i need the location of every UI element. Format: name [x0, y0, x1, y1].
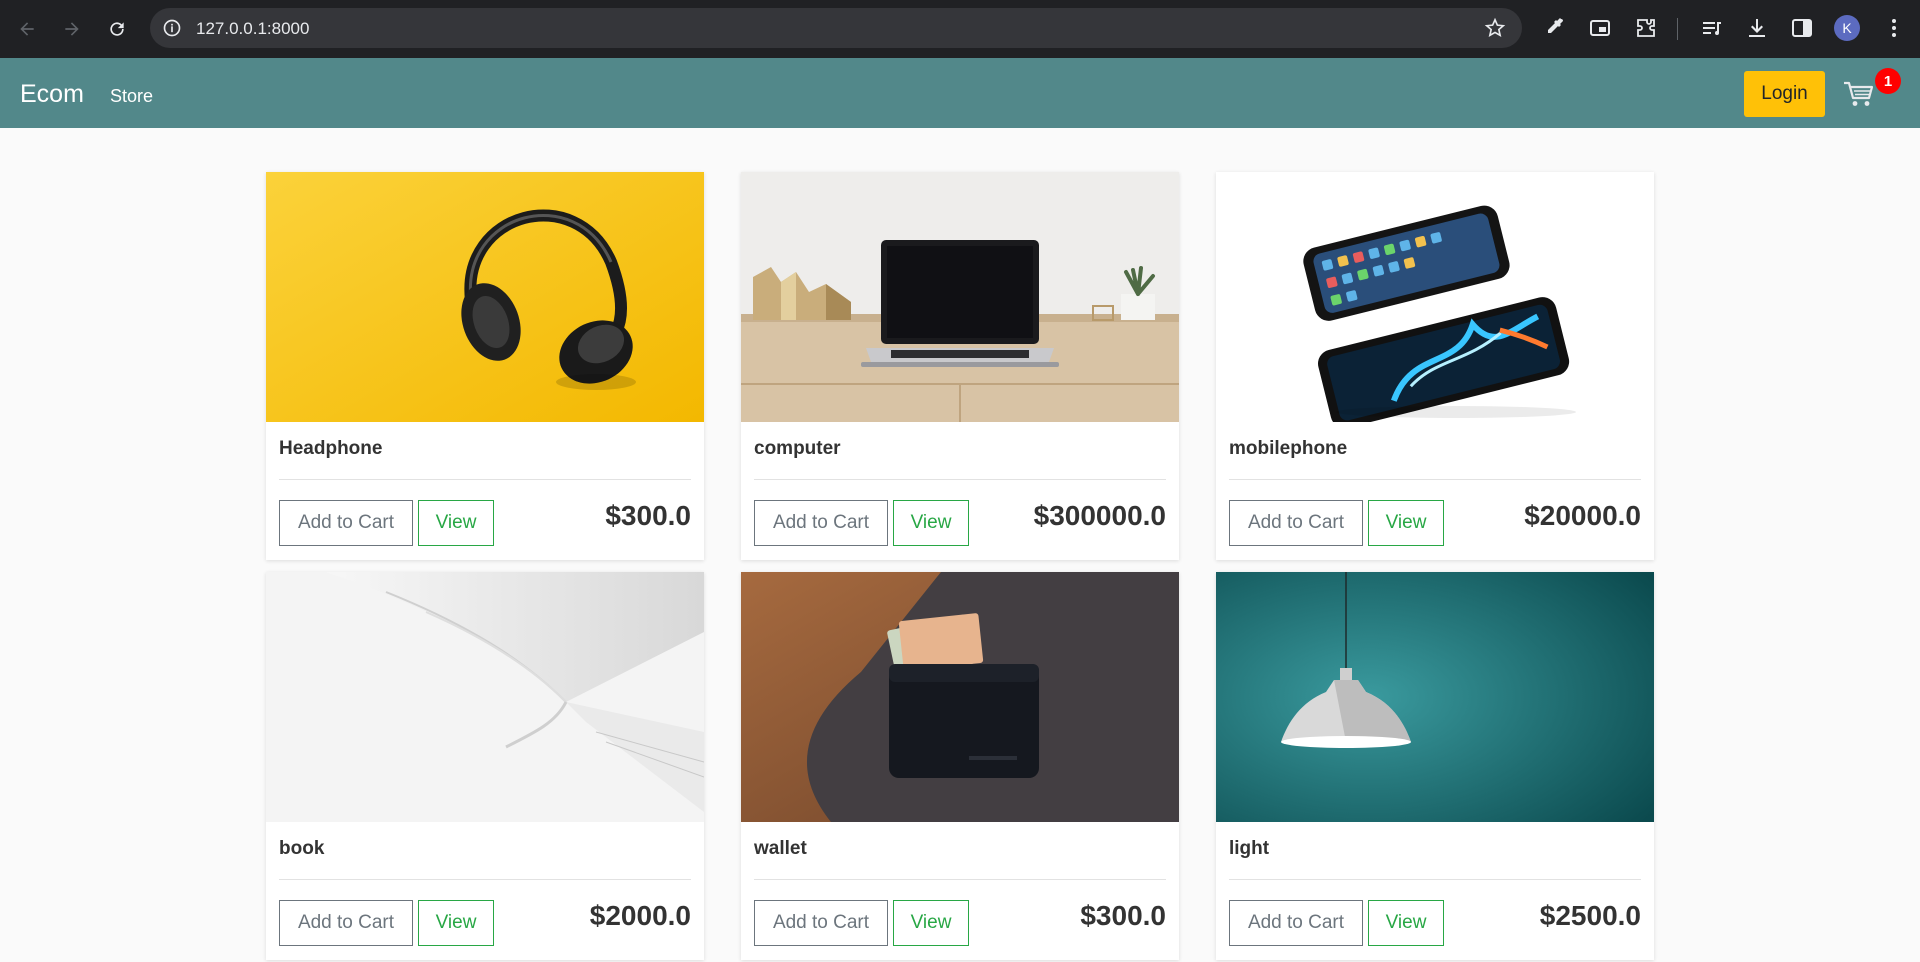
add-to-cart-button[interactable]: Add to Cart	[754, 900, 888, 946]
brand-logo-link[interactable]: Ecom	[20, 80, 84, 109]
product-card: book Add to Cart View $2000.0	[266, 572, 704, 960]
card-divider	[754, 879, 1166, 880]
extensions-icon[interactable]	[1634, 16, 1658, 40]
url-text[interactable]: 127.0.0.1:8000	[196, 19, 309, 39]
nav-link-store[interactable]: Store	[110, 86, 153, 107]
product-title: computer	[754, 438, 841, 459]
eyedropper-icon[interactable]	[1542, 16, 1566, 40]
card-body: book Add to Cart View $2000.0	[279, 822, 691, 960]
product-grid: Headphone Add to Cart View $300.0 comput…	[266, 172, 1654, 960]
address-bar[interactable]: 127.0.0.1:8000	[150, 8, 1522, 48]
add-to-cart-button[interactable]: Add to Cart	[1229, 900, 1363, 946]
wallet-image[interactable]	[741, 572, 1179, 822]
kebab-menu-icon[interactable]	[1882, 16, 1906, 40]
back-icon[interactable]	[12, 14, 42, 44]
view-button[interactable]: View	[418, 500, 494, 546]
product-title: book	[279, 838, 325, 859]
product-title: Headphone	[279, 438, 383, 459]
product-price: $300.0	[605, 500, 691, 531]
card-divider	[1229, 879, 1641, 880]
card-divider	[1229, 479, 1641, 480]
book-image[interactable]	[266, 572, 704, 822]
add-to-cart-button[interactable]: Add to Cart	[754, 500, 888, 546]
view-button[interactable]: View	[893, 500, 969, 546]
product-card: Headphone Add to Cart View $300.0	[266, 172, 704, 560]
laptop-image[interactable]	[741, 172, 1179, 422]
forward-icon[interactable]	[57, 14, 87, 44]
card-divider	[279, 879, 691, 880]
product-card: light Add to Cart View $2500.0	[1216, 572, 1654, 960]
media-queue-icon[interactable]	[1700, 16, 1724, 40]
headphone-image[interactable]	[266, 172, 704, 422]
bookmark-star-icon[interactable]	[1484, 17, 1506, 39]
picture-in-picture-icon[interactable]	[1588, 16, 1612, 40]
product-price: $2000.0	[589, 900, 691, 931]
side-panel-icon[interactable]	[1790, 16, 1814, 40]
product-title: mobilephone	[1229, 438, 1348, 459]
product-title: wallet	[754, 838, 807, 859]
lamp-image[interactable]	[1216, 572, 1654, 822]
product-card: computer Add to Cart View $300000.0	[741, 172, 1179, 560]
product-price: $20000.0	[1524, 500, 1641, 531]
smartphone-image[interactable]	[1216, 172, 1654, 422]
download-icon[interactable]	[1745, 16, 1769, 40]
product-title: light	[1229, 838, 1270, 859]
view-button[interactable]: View	[1368, 900, 1444, 946]
reload-icon[interactable]	[102, 14, 132, 44]
login-button[interactable]: Login	[1744, 71, 1825, 117]
view-button[interactable]: View	[418, 900, 494, 946]
add-to-cart-button[interactable]: Add to Cart	[279, 500, 413, 546]
site-navbar: Ecom Store Login 1	[0, 58, 1920, 128]
product-price: $300.0	[1080, 900, 1166, 931]
browser-toolbar: 127.0.0.1:8000 K	[0, 0, 1920, 58]
product-price: $300000.0	[1033, 500, 1166, 531]
card-body: light Add to Cart View $2500.0	[1229, 822, 1641, 960]
site-info-icon[interactable]	[162, 18, 182, 38]
add-to-cart-button[interactable]: Add to Cart	[279, 900, 413, 946]
card-divider	[279, 479, 691, 480]
view-button[interactable]: View	[1368, 500, 1444, 546]
card-body: computer Add to Cart View $300000.0	[754, 422, 1166, 560]
product-card: mobilephone Add to Cart View $20000.0	[1216, 172, 1654, 560]
card-body: mobilephone Add to Cart View $20000.0	[1229, 422, 1641, 560]
cart-icon[interactable]	[1843, 80, 1875, 108]
toolbar-separator	[1677, 18, 1678, 40]
cart-count-badge: 1	[1875, 68, 1901, 94]
profile-avatar[interactable]: K	[1834, 15, 1860, 41]
product-price: $2500.0	[1539, 900, 1641, 931]
card-body: wallet Add to Cart View $300.0	[754, 822, 1166, 960]
product-card: wallet Add to Cart View $300.0	[741, 572, 1179, 960]
view-button[interactable]: View	[893, 900, 969, 946]
card-divider	[754, 479, 1166, 480]
add-to-cart-button[interactable]: Add to Cart	[1229, 500, 1363, 546]
card-body: Headphone Add to Cart View $300.0	[279, 422, 691, 560]
